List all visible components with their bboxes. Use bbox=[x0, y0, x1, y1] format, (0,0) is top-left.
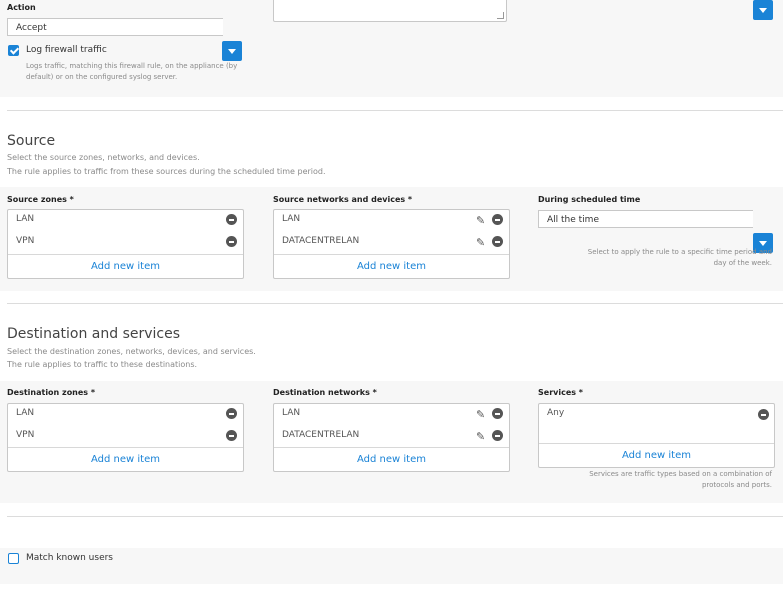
source-networks-label: Source networks and devices * bbox=[273, 195, 413, 204]
list-item: LAN bbox=[8, 210, 243, 232]
remove-icon[interactable] bbox=[226, 408, 237, 419]
description-textarea[interactable] bbox=[273, 0, 507, 22]
destination-zones-label: Destination zones * bbox=[7, 388, 96, 397]
action-label: Action bbox=[7, 3, 36, 12]
schedule-hint-line1: Select to apply the rule to a specific t… bbox=[587, 248, 772, 256]
add-destination-network-button[interactable]: Add new item bbox=[274, 447, 509, 471]
remove-icon[interactable] bbox=[226, 430, 237, 441]
destination-networks-label: Destination networks * bbox=[273, 388, 377, 397]
remove-icon[interactable] bbox=[758, 409, 769, 420]
resize-handle-icon[interactable] bbox=[497, 12, 504, 19]
add-service-button[interactable]: Add new item bbox=[539, 443, 774, 467]
remove-icon[interactable] bbox=[492, 408, 503, 419]
destination-title: Destination and services bbox=[7, 326, 181, 342]
users-band bbox=[0, 548, 783, 584]
services-list: Any Add new item bbox=[538, 403, 775, 468]
list-item: LAN bbox=[8, 404, 243, 426]
log-firewall-label: Log firewall traffic bbox=[26, 45, 107, 55]
destination-desc-line2: The rule applies to traffic to these des… bbox=[7, 360, 198, 369]
list-item: DATACENTRELAN ✎ bbox=[274, 426, 509, 448]
add-source-zone-button[interactable]: Add new item bbox=[8, 254, 243, 278]
destination-zones-list: LAN VPN Add new item bbox=[7, 403, 244, 472]
edit-icon[interactable]: ✎ bbox=[476, 428, 485, 446]
list-item: LAN ✎ bbox=[274, 210, 509, 232]
remove-icon[interactable] bbox=[492, 236, 503, 247]
log-desc-line2: default) or on the configured syslog ser… bbox=[26, 73, 178, 81]
edit-icon[interactable]: ✎ bbox=[476, 212, 485, 230]
divider bbox=[7, 303, 783, 304]
action-select[interactable]: Accept bbox=[7, 18, 223, 36]
remove-icon[interactable] bbox=[492, 430, 503, 441]
remove-icon[interactable] bbox=[492, 214, 503, 225]
destination-desc-line1: Select the destination zones, networks, … bbox=[7, 347, 256, 356]
log-desc-line1: Logs traffic, matching this firewall rul… bbox=[26, 62, 238, 70]
schedule-hint-line2: day of the week. bbox=[713, 259, 772, 267]
services-hint-line1: Services are traffic types based on a co… bbox=[589, 470, 772, 478]
list-item: LAN ✎ bbox=[274, 404, 509, 426]
list-item: VPN bbox=[8, 232, 243, 254]
source-desc-line2: The rule applies to traffic from these s… bbox=[7, 167, 326, 176]
list-item: DATACENTRELAN ✎ bbox=[274, 232, 509, 254]
source-zones-label: Source zones * bbox=[7, 195, 74, 204]
remove-icon[interactable] bbox=[226, 214, 237, 225]
match-known-users-label: Match known users bbox=[26, 553, 113, 563]
services-label: Services * bbox=[538, 388, 583, 397]
list-item: VPN bbox=[8, 426, 243, 448]
log-firewall-checkbox[interactable] bbox=[8, 45, 19, 56]
list-item: Any bbox=[539, 404, 774, 426]
source-desc-line1: Select the source zones, networks, and d… bbox=[7, 153, 200, 162]
schedule-label: During scheduled time bbox=[538, 195, 641, 204]
match-known-users-checkbox[interactable] bbox=[8, 553, 19, 564]
add-source-network-button[interactable]: Add new item bbox=[274, 254, 509, 278]
top-right-dropdown-button[interactable] bbox=[753, 0, 773, 20]
edit-icon[interactable]: ✎ bbox=[476, 406, 485, 424]
add-destination-zone-button[interactable]: Add new item bbox=[8, 447, 243, 471]
edit-icon[interactable]: ✎ bbox=[476, 234, 485, 252]
divider bbox=[7, 110, 783, 111]
destination-networks-list: LAN ✎ DATACENTRELAN ✎ Add new item bbox=[273, 403, 510, 472]
divider bbox=[7, 516, 783, 517]
schedule-select[interactable]: All the time bbox=[538, 210, 753, 228]
remove-icon[interactable] bbox=[226, 236, 237, 247]
source-networks-list: LAN ✎ DATACENTRELAN ✎ Add new item bbox=[273, 209, 510, 279]
services-hint-line2: protocols and ports. bbox=[701, 481, 772, 489]
action-dropdown-button[interactable] bbox=[222, 41, 242, 61]
source-zones-list: LAN VPN Add new item bbox=[7, 209, 244, 279]
source-title: Source bbox=[7, 133, 56, 149]
